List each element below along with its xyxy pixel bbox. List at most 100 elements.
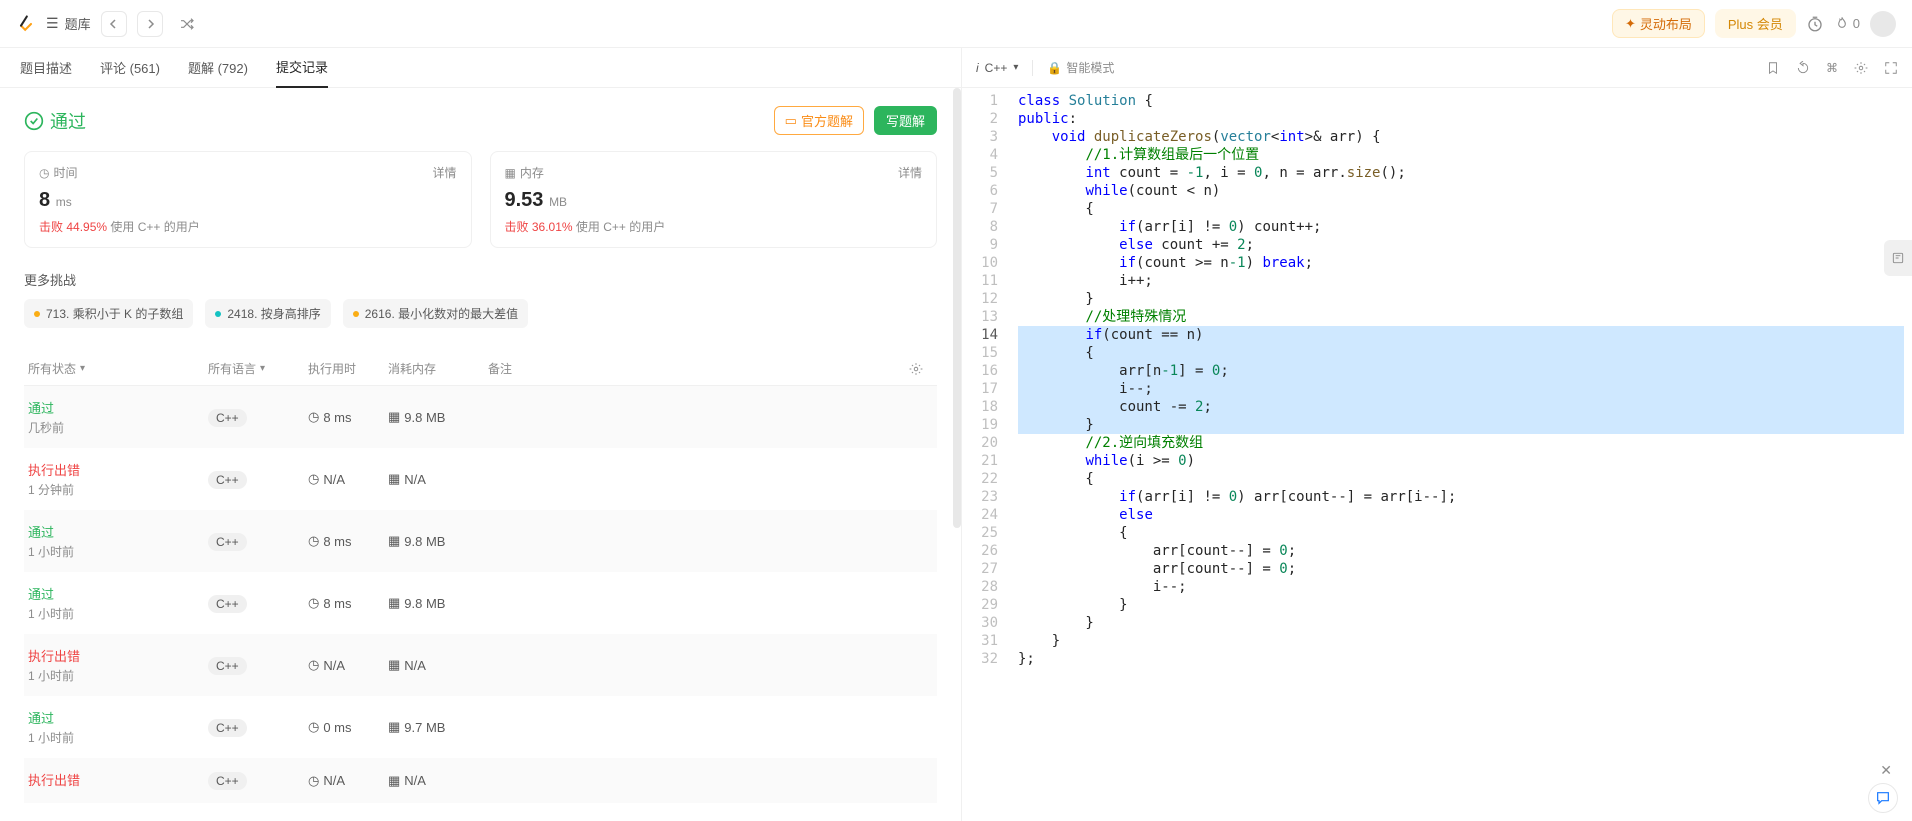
code-line[interactable]: { <box>1018 470 1904 488</box>
plus-member-button[interactable]: Plus 会员 <box>1715 9 1796 38</box>
next-button[interactable] <box>137 11 163 37</box>
sparkle-icon: ✦ <box>1625 16 1636 32</box>
memory-value: 9.53 <box>505 189 544 211</box>
code-line[interactable]: } <box>1018 614 1904 632</box>
challenge-chip[interactable]: 713. 乘积小于 K 的子数组 <box>24 299 193 328</box>
row-runtime: 8 ms <box>323 410 351 425</box>
row-status: 执行出错 <box>28 646 208 665</box>
chat-close-button[interactable]: ✕ <box>1880 762 1892 779</box>
code-line[interactable]: if(count == n) <box>1018 326 1904 344</box>
row-memory: 9.8 MB <box>404 596 445 611</box>
filter-status[interactable]: 所有状态▾ <box>28 360 208 377</box>
table-row[interactable]: 执行出错1 小时前C++◷N/A▦N/A <box>24 634 937 696</box>
memory-icon: ▦ <box>388 533 400 549</box>
row-time-ago: 几秒前 <box>28 419 208 436</box>
row-time-ago: 1 小时前 <box>28 667 208 684</box>
shuffle-button[interactable] <box>179 16 195 32</box>
tab-solutions[interactable]: 题解 (792) <box>188 48 248 87</box>
table-settings-button[interactable] <box>909 362 933 376</box>
col-note: 备注 <box>488 360 909 377</box>
code-line[interactable]: }; <box>1018 650 1904 668</box>
submissions-table-body: 通过几秒前C++◷8 ms▦9.8 MB执行出错1 分钟前C++◷N/A▦N/A… <box>24 386 937 803</box>
fullscreen-button[interactable] <box>1884 61 1898 75</box>
shortcuts-button[interactable]: ⌘ <box>1826 61 1838 75</box>
tab-description[interactable]: 题目描述 <box>20 48 72 87</box>
scrollbar-thumb[interactable] <box>953 88 961 528</box>
code-line[interactable]: int count = -1, i = 0, n = arr.size(); <box>1018 164 1904 182</box>
more-challenges-label: 更多挑战 <box>24 270 937 289</box>
code-line[interactable]: { <box>1018 524 1904 542</box>
reset-button[interactable] <box>1796 61 1810 75</box>
col-runtime: 执行用时 <box>308 360 388 377</box>
code-area[interactable]: class Solution {public: void duplicateZe… <box>1010 88 1912 821</box>
code-line[interactable]: void duplicateZeros(vector<int>& arr) { <box>1018 128 1904 146</box>
code-line[interactable]: { <box>1018 200 1904 218</box>
code-line[interactable]: i--; <box>1018 380 1904 398</box>
time-detail-link[interactable]: 详情 <box>432 164 456 181</box>
code-line[interactable]: } <box>1018 416 1904 434</box>
code-line[interactable]: //1.计算数组最后一个位置 <box>1018 146 1904 164</box>
breadcrumb[interactable]: ☰ 题库 <box>46 14 91 33</box>
streak-count: 0 <box>1853 16 1860 31</box>
status-actions: ▭ 官方题解 写题解 <box>774 106 937 135</box>
top-bar: ☰ 题库 ✦ 灵动布局 Plus 会员 0 <box>0 0 1912 48</box>
smart-mode-toggle[interactable]: 🔒 智能模式 <box>1047 59 1114 76</box>
layout-button[interactable]: ✦ 灵动布局 <box>1612 9 1705 38</box>
code-line[interactable]: } <box>1018 290 1904 308</box>
table-row[interactable]: 通过几秒前C++◷8 ms▦9.8 MB <box>24 386 937 448</box>
code-line[interactable]: arr[n-1] = 0; <box>1018 362 1904 380</box>
code-line[interactable]: //2.逆向填充数组 <box>1018 434 1904 452</box>
code-line[interactable]: count -= 2; <box>1018 398 1904 416</box>
code-line[interactable]: } <box>1018 632 1904 650</box>
filter-language[interactable]: 所有语言▾ <box>208 360 308 377</box>
row-runtime: 0 ms <box>323 720 351 735</box>
code-line[interactable]: while(count < n) <box>1018 182 1904 200</box>
row-language: C++ <box>208 471 247 489</box>
table-row[interactable]: 通过1 小时前C++◷8 ms▦9.8 MB <box>24 572 937 634</box>
write-solution-button[interactable]: 写题解 <box>874 106 937 135</box>
row-time-ago: 1 小时前 <box>28 605 208 622</box>
table-row[interactable]: 通过1 小时前C++◷8 ms▦9.8 MB <box>24 510 937 572</box>
table-row[interactable]: 执行出错C++◷N/A▦N/A <box>24 758 937 803</box>
code-line[interactable]: arr[count--] = 0; <box>1018 542 1904 560</box>
prev-button[interactable] <box>101 11 127 37</box>
metric-cards: ◷ 时间 详情 8 ms 击败 44.95% 使用 C++ 的用户 <box>24 151 937 248</box>
settings-button[interactable] <box>1854 61 1868 75</box>
leetcode-logo-icon[interactable] <box>16 14 36 34</box>
row-memory: 9.8 MB <box>404 534 445 549</box>
code-line[interactable]: if(arr[i] != 0) arr[count--] = arr[i--]; <box>1018 488 1904 506</box>
language-selector[interactable]: i C++ ▾ <box>976 61 1018 75</box>
language-label: C++ <box>985 61 1008 75</box>
memory-detail-link[interactable]: 详情 <box>898 164 922 181</box>
code-line[interactable]: public: <box>1018 110 1904 128</box>
code-line[interactable]: if(arr[i] != 0) count++; <box>1018 218 1904 236</box>
list-icon: ☰ <box>46 15 59 32</box>
code-line[interactable]: else <box>1018 506 1904 524</box>
streak-counter[interactable]: 0 <box>1834 16 1860 32</box>
timer-icon[interactable] <box>1806 15 1824 33</box>
code-line[interactable]: if(count >= n-1) break; <box>1018 254 1904 272</box>
code-line[interactable]: else count += 2; <box>1018 236 1904 254</box>
book-icon: ▭ <box>785 113 797 129</box>
table-row[interactable]: 通过1 小时前C++◷0 ms▦9.7 MB <box>24 696 937 758</box>
avatar[interactable] <box>1870 11 1896 37</box>
table-row[interactable]: 执行出错1 分钟前C++◷N/A▦N/A <box>24 448 937 510</box>
right-drawer-tab[interactable] <box>1884 240 1912 276</box>
code-line[interactable]: { <box>1018 344 1904 362</box>
code-line[interactable]: //处理特殊情况 <box>1018 308 1904 326</box>
clock-icon: ◷ <box>308 773 319 789</box>
official-solution-button[interactable]: ▭ 官方题解 <box>774 106 864 135</box>
code-line[interactable]: i--; <box>1018 578 1904 596</box>
code-editor[interactable]: 1234567891011121314151617181920212223242… <box>962 88 1912 821</box>
code-line[interactable]: i++; <box>1018 272 1904 290</box>
tab-submissions[interactable]: 提交记录 <box>276 47 328 88</box>
code-line[interactable]: } <box>1018 596 1904 614</box>
code-line[interactable]: arr[count--] = 0; <box>1018 560 1904 578</box>
challenge-chip[interactable]: 2616. 最小化数对的最大差值 <box>343 299 528 328</box>
code-line[interactable]: class Solution { <box>1018 92 1904 110</box>
tab-comments[interactable]: 评论 (561) <box>100 48 160 87</box>
chat-bubble-button[interactable] <box>1868 783 1898 813</box>
bookmark-button[interactable] <box>1766 61 1780 75</box>
challenge-chip[interactable]: 2418. 按身高排序 <box>205 299 330 328</box>
code-line[interactable]: while(i >= 0) <box>1018 452 1904 470</box>
